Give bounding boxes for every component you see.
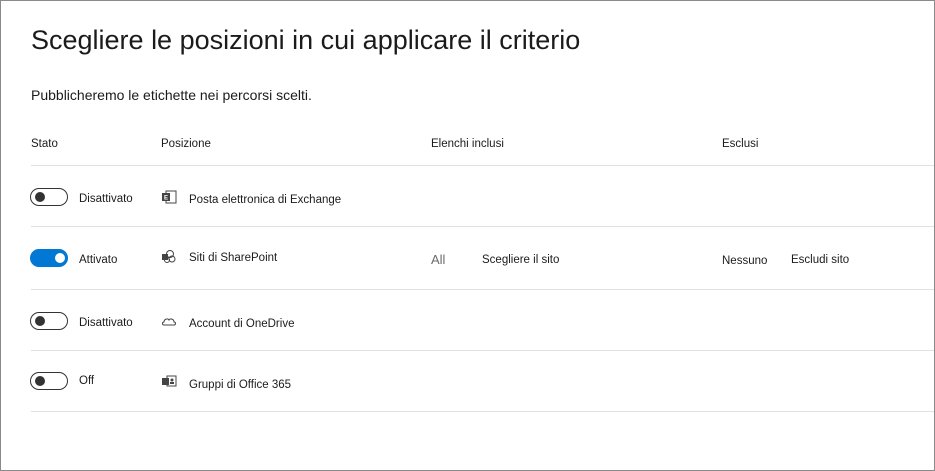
choose-site-link[interactable]: Scegliere il sito bbox=[482, 254, 559, 266]
state-label-office365-groups: Off bbox=[79, 375, 95, 387]
location-exchange: Posta elettronica di Exchange bbox=[189, 194, 342, 206]
svg-text:E: E bbox=[164, 196, 168, 202]
page-subtitle: Pubblicheremo le etichette nei percorsi … bbox=[31, 87, 312, 103]
row-divider bbox=[31, 289, 934, 290]
row-divider bbox=[31, 226, 934, 227]
header-divider bbox=[31, 165, 934, 166]
column-header-stato: Stato bbox=[31, 138, 58, 150]
location-office365-groups: Gruppi di Office 365 bbox=[189, 379, 292, 391]
location-onedrive: Account di OneDrive bbox=[189, 318, 295, 330]
toggle-sharepoint[interactable] bbox=[30, 249, 68, 267]
toggle-office365-groups[interactable] bbox=[30, 372, 68, 390]
onedrive-icon bbox=[162, 318, 176, 326]
office365-groups-icon bbox=[162, 375, 177, 387]
state-label-exchange: Disattivato bbox=[79, 193, 133, 205]
location-sharepoint: Siti di SharePoint bbox=[189, 252, 278, 264]
policy-locations-panel: Scegliere le posizioni in cui applicare … bbox=[0, 0, 935, 471]
included-lists-value: All bbox=[431, 252, 446, 267]
exchange-icon: E bbox=[162, 190, 177, 204]
sharepoint-icon bbox=[162, 250, 176, 263]
row-divider bbox=[31, 350, 934, 351]
state-label-onedrive: Disattivato bbox=[79, 317, 133, 329]
column-header-posizione: Posizione bbox=[161, 138, 211, 150]
page-title: Scegliere le posizioni in cui applicare … bbox=[31, 25, 581, 55]
row-divider bbox=[31, 411, 934, 412]
column-header-esclusi: Esclusi bbox=[722, 138, 759, 150]
toggle-exchange[interactable] bbox=[30, 188, 68, 206]
excluded-value: Nessuno bbox=[722, 255, 768, 267]
toggle-onedrive[interactable] bbox=[30, 312, 68, 330]
exclude-site-link[interactable]: Escludi sito bbox=[791, 254, 849, 266]
column-header-elenchi-inclusi: Elenchi inclusi bbox=[431, 138, 504, 150]
state-label-sharepoint: Attivato bbox=[79, 254, 118, 266]
